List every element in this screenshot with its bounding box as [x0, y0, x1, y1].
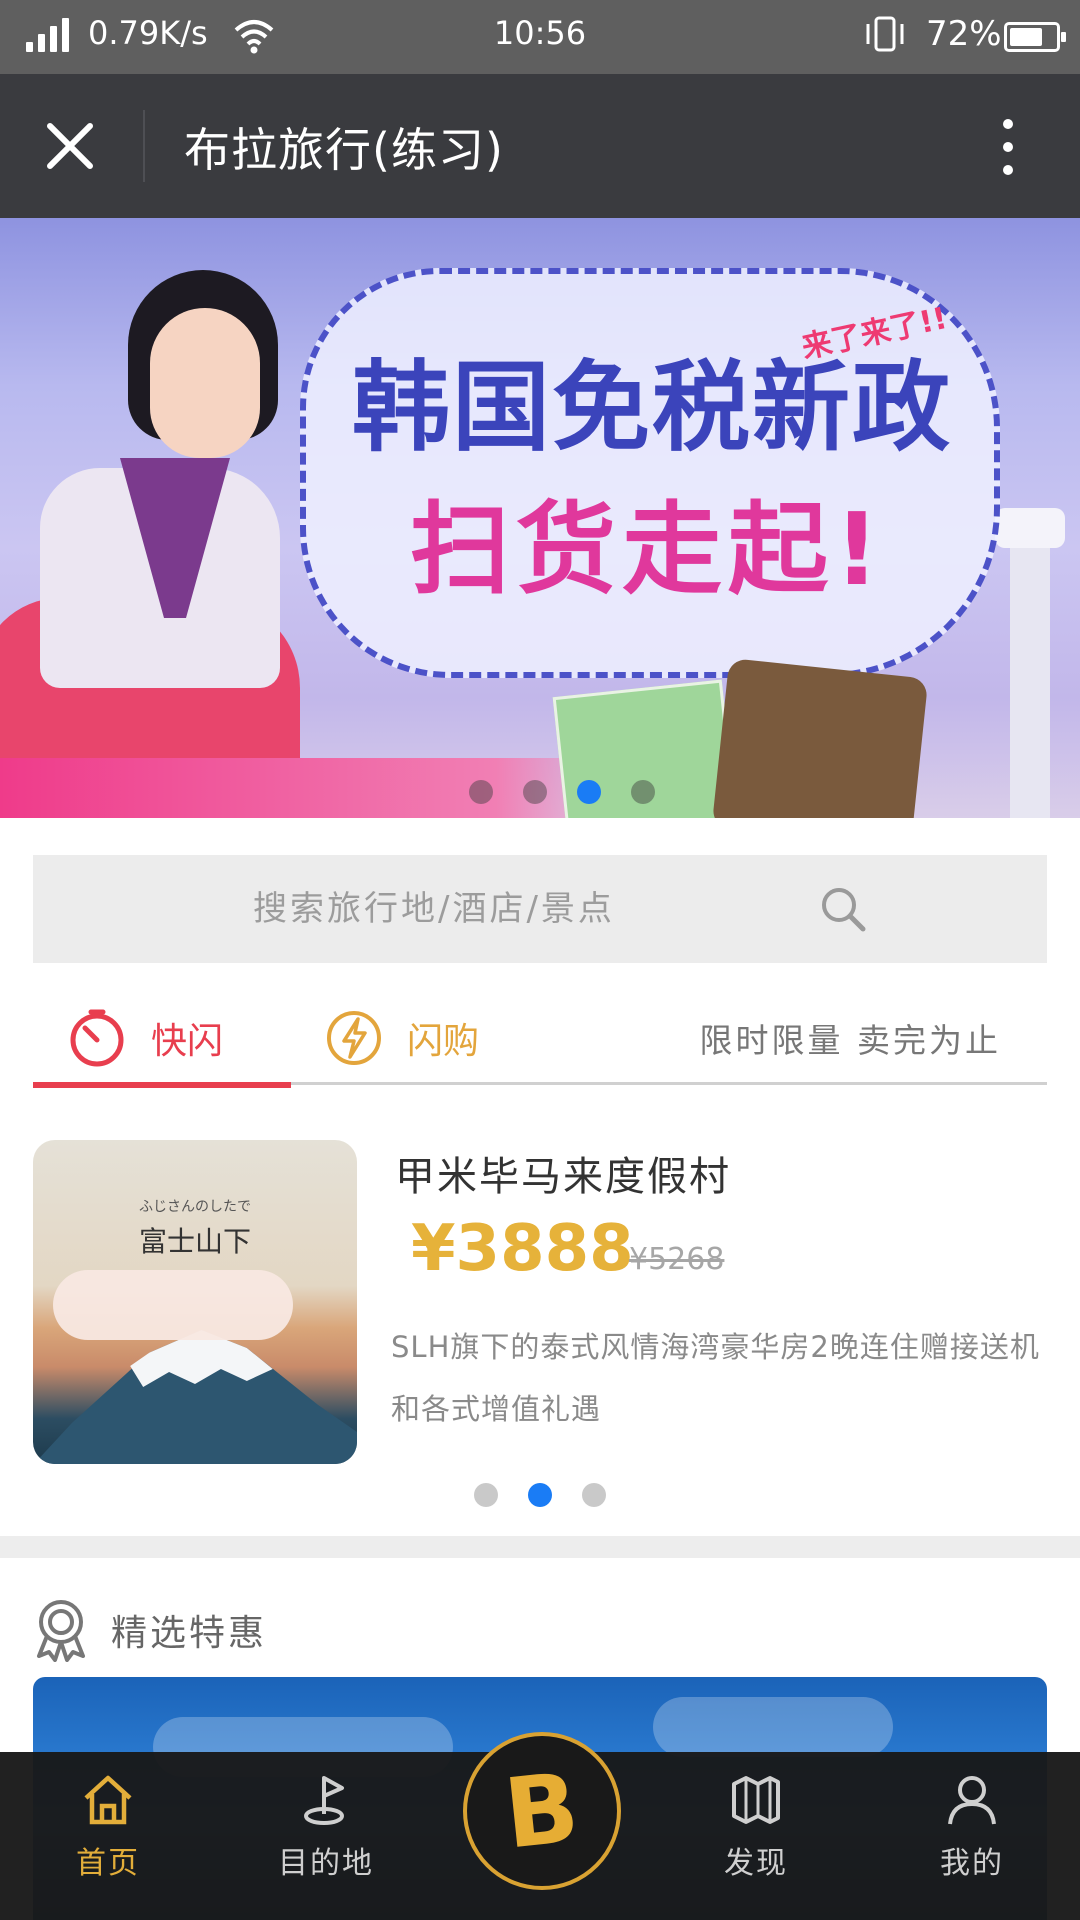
section-separator [0, 1536, 1080, 1558]
deal-card[interactable]: ふじさんのしたで 富士山下 甲米毕马来度假村 ¥3888 ¥5268 SLH旗下… [33, 1140, 1047, 1464]
tab-kuaishan[interactable]: 快闪 [32, 990, 292, 1088]
limit-notice: 限时限量 卖完为止 [699, 1021, 1001, 1060]
banner-page-dot[interactable] [469, 780, 493, 804]
banner-page-dot[interactable] [577, 780, 601, 804]
deal-price: ¥3888 [411, 1212, 634, 1286]
nav-home-label: 首页 [76, 1846, 140, 1881]
deal-page-dot[interactable] [582, 1483, 606, 1507]
more-menu-icon[interactable] [996, 116, 1020, 178]
deal-original-price: ¥5268 [629, 1242, 725, 1277]
bottom-nav: 首页 目的地 B 发现 我的 [0, 1732, 1080, 1920]
thumb-title: 富士山下 [138, 1225, 251, 1258]
close-icon[interactable] [40, 116, 100, 176]
search-input[interactable] [33, 855, 1047, 963]
status-bar: 0.79K/s 10:56 72% [0, 0, 1080, 74]
deal-description: SLH旗下的泰式风情海湾豪华房2晚连住赠接送机和各式增值礼遇 [391, 1330, 1040, 1426]
tab-kuaishan-label: 快闪 [151, 1020, 224, 1062]
featured-title: 精选特惠 [111, 1613, 268, 1654]
flash-sale-tabs: 快闪 闪购 限时限量 卖完为止 [32, 990, 1047, 1088]
banner-headline: 韩国免税新政 [352, 351, 953, 465]
award-icon [37, 1600, 85, 1662]
battery-percent: 72% [926, 14, 1002, 54]
nav-destination[interactable]: 目的地 [246, 1752, 406, 1920]
tab-shangou-label: 闪购 [407, 1020, 480, 1062]
map-icon [732, 1776, 780, 1824]
user-icon [948, 1776, 996, 1825]
nav-discover-label: 发现 [724, 1846, 788, 1881]
flag-pin-icon [304, 1776, 344, 1825]
banner-tower-top [995, 508, 1065, 548]
nav-mine-label: 我的 [940, 1846, 1004, 1881]
lightning-icon [327, 1010, 381, 1065]
deal-page-dot[interactable] [528, 1483, 552, 1507]
stopwatch-icon [70, 1009, 124, 1066]
banner-figure-face [150, 308, 260, 458]
deal-thumbnail: ふじさんのしたで 富士山下 [33, 1140, 357, 1464]
search-icon[interactable] [819, 885, 869, 935]
nav-mine[interactable]: 我的 [892, 1752, 1052, 1920]
page-title: 布拉旅行(练习) [184, 123, 504, 177]
tab-shangou[interactable]: 闪购 [325, 990, 479, 1085]
deal-name: 甲米毕马来度假村 [395, 1154, 731, 1200]
title-bar: 布拉旅行(练习) [0, 74, 1080, 218]
featured-header: 精选特惠 [33, 1592, 267, 1668]
nav-center-logo-button[interactable]: B [463, 1732, 621, 1890]
thumb-cloud [53, 1270, 293, 1340]
banner-subheadline: 扫货走起! [410, 491, 886, 608]
nav-home[interactable]: 首页 [28, 1752, 188, 1920]
banner-pagination [22, 780, 1080, 804]
brand-logo-icon: B [499, 1751, 585, 1871]
thumb-subtitle: ふじさんのしたで [139, 1199, 251, 1215]
search-bar [33, 855, 1047, 963]
nav-destination-label: 目的地 [278, 1846, 374, 1881]
home-icon [84, 1775, 132, 1825]
battery-icon [1004, 22, 1066, 52]
banner-page-dot[interactable] [523, 780, 547, 804]
featured-cloud [653, 1697, 893, 1757]
promo-banner[interactable]: 来了来了!! 韩国免税新政 扫货走起! [0, 218, 1080, 818]
deal-pagination [0, 1483, 1080, 1507]
banner-tower [1010, 518, 1050, 818]
banner-page-dot[interactable] [631, 780, 655, 804]
title-divider [143, 110, 145, 182]
clock: 10:56 [493, 14, 587, 52]
vibrate-icon [866, 16, 904, 52]
deal-page-dot[interactable] [474, 1483, 498, 1507]
nav-discover[interactable]: 发现 [676, 1752, 836, 1920]
